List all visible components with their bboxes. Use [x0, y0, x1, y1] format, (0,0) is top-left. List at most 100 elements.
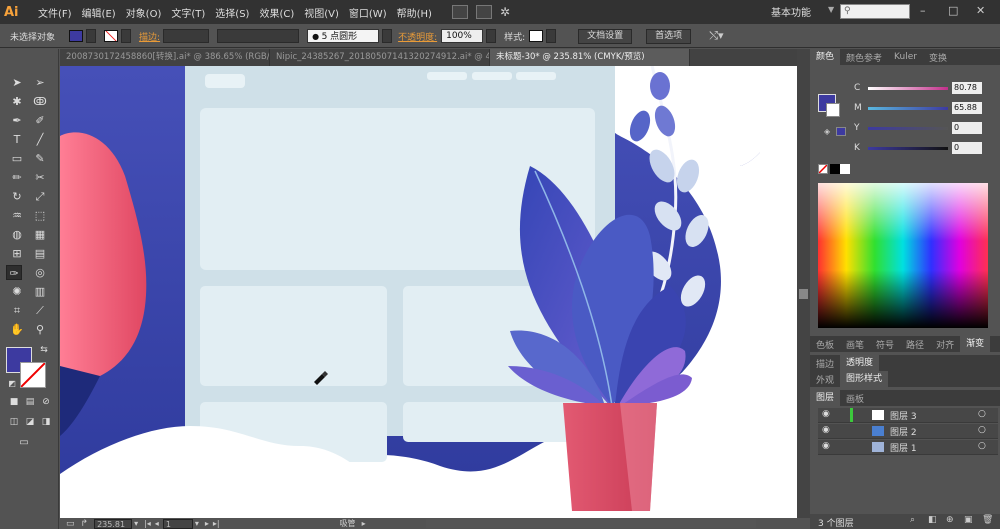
pencil-tool-icon[interactable]: ✏ — [9, 170, 25, 185]
pen-tool-icon[interactable]: ✒ — [9, 113, 25, 128]
visibility-eye-icon[interactable]: ◉ — [822, 409, 830, 419]
gradient-mode-icon[interactable]: ▤ — [22, 395, 38, 410]
shape-builder-icon[interactable]: ◍ — [9, 227, 25, 242]
stroke-weight-field[interactable] — [163, 29, 210, 43]
bridge-icon[interactable] — [451, 5, 468, 19]
zoom-field[interactable]: 235.81 — [94, 518, 133, 529]
tab-document-2[interactable]: Nipic_24385267_20180507141320274912.ai* … — [270, 49, 490, 66]
tab-transform[interactable]: 变换 — [923, 51, 953, 64]
gamut-color-swatch[interactable] — [836, 127, 846, 136]
statusbar-share-icon[interactable]: ↱ — [81, 519, 89, 529]
tab-color[interactable]: 颜色 — [810, 49, 841, 65]
selection-tool-icon[interactable]: ➤ — [9, 75, 25, 90]
layer-name[interactable]: 图层 3 — [890, 409, 917, 422]
tab-pathfinder[interactable]: 路径 — [900, 338, 930, 351]
menu-select[interactable]: 选择(S) — [215, 5, 249, 20]
fill-swatch[interactable] — [69, 30, 84, 42]
target-icon[interactable]: ○ — [978, 425, 986, 435]
white-swatch[interactable] — [840, 164, 850, 174]
rotate-tool-icon[interactable]: ↻ — [9, 189, 25, 204]
statusbar-menu-icon[interactable]: ▭ — [66, 519, 75, 529]
opacity-link[interactable]: 不透明度: — [398, 30, 437, 43]
tab-align[interactable]: 对齐 — [930, 338, 960, 351]
rectangle-tool-icon[interactable]: ▭ — [9, 151, 25, 166]
make-clip-mask-icon[interactable]: ◧ — [928, 515, 937, 525]
brush-dropdown[interactable] — [382, 29, 393, 43]
vertical-scroll-thumb[interactable] — [799, 289, 808, 299]
tab-document-1[interactable]: 20087301724588​60[转换].ai* @ 386.65% (RGB… — [60, 49, 270, 66]
style-dropdown[interactable] — [546, 29, 557, 43]
align-options-icon[interactable]: ⤭▾ — [709, 29, 723, 43]
symbol-sprayer-icon[interactable]: ✺ — [9, 284, 25, 299]
tab-graphic-styles[interactable]: 图形样式 — [840, 371, 889, 387]
black-track[interactable] — [868, 147, 948, 150]
tab-stroke[interactable]: 描边 — [810, 357, 840, 370]
menu-effect[interactable]: 效果(C) — [259, 5, 294, 20]
zoom-tool-icon[interactable]: ⚲ — [32, 322, 48, 337]
tab-appearance[interactable]: 外观 — [810, 373, 840, 386]
menu-file[interactable]: 文件(F) — [38, 5, 72, 20]
color-spectrum[interactable] — [818, 183, 988, 328]
yellow-track[interactable] — [868, 127, 948, 130]
artboard-number-field[interactable]: 1 — [162, 518, 193, 529]
tab-document-3[interactable]: 未标题-30* @ 235.81% (CMYK/预览) — [490, 49, 690, 66]
artboard-tool-icon[interactable]: ⌗ — [9, 303, 25, 318]
visibility-eye-icon[interactable]: ◉ — [822, 441, 830, 451]
default-colors-icon[interactable]: ◩ — [4, 376, 20, 391]
direct-selection-tool-icon[interactable]: ➢ — [32, 75, 48, 90]
layer-row[interactable]: ◉ 图层 2 ○ — [818, 424, 998, 439]
close-icon[interactable]: ✕ — [976, 4, 985, 17]
maximize-icon[interactable]: □ — [948, 4, 958, 17]
draw-normal-icon[interactable]: ◫ — [6, 415, 22, 430]
preferences-button[interactable]: 首选项 — [646, 28, 692, 44]
menu-object[interactable]: 对象(O) — [126, 5, 162, 20]
next-artboard-icon[interactable]: ▸ — [205, 519, 209, 528]
tab-artboards[interactable]: 画板 — [840, 392, 870, 405]
stroke-dropdown[interactable] — [121, 29, 132, 43]
black-value[interactable]: 0 — [952, 142, 982, 154]
tab-kuler[interactable]: Kuler — [888, 52, 923, 62]
draw-behind-icon[interactable]: ◪ — [22, 415, 38, 430]
swap-colors-icon[interactable]: ⇆ — [36, 343, 52, 358]
black-swatch[interactable] — [830, 164, 840, 174]
chevron-down-icon[interactable]: ▼ — [828, 5, 834, 14]
opacity-dropdown[interactable] — [486, 29, 497, 43]
tab-symbols[interactable]: 符号 — [870, 338, 900, 351]
panel-stroke-swatch[interactable] — [826, 103, 840, 117]
type-tool-icon[interactable]: T — [9, 132, 25, 147]
stroke-link[interactable]: 描边: — [139, 30, 160, 43]
menu-type[interactable]: 文字(T) — [171, 5, 205, 20]
draw-inside-icon[interactable]: ◨ — [38, 415, 54, 430]
graph-tool-icon[interactable]: ▥ — [32, 284, 48, 299]
slice-tool-icon[interactable]: ⟋ — [32, 303, 48, 318]
workspace-switcher[interactable]: 基本功能 — [771, 4, 811, 19]
hand-tool-icon[interactable]: ✋ — [9, 322, 25, 337]
line-tool-icon[interactable]: ╱ — [32, 132, 48, 147]
prev-artboard-icon[interactable]: ◂ — [155, 519, 159, 528]
cyan-track[interactable] — [868, 87, 948, 90]
scale-tool-icon[interactable]: ⤢ — [32, 189, 48, 204]
curvature-tool-icon[interactable]: ✐ — [32, 113, 48, 128]
layer-name[interactable]: 图层 2 — [890, 425, 917, 438]
none-swatch[interactable] — [818, 164, 828, 174]
scissors-icon[interactable]: ✂ — [32, 170, 48, 185]
mesh-tool-icon[interactable]: ⊞ — [9, 246, 25, 261]
screen-mode-icon[interactable]: ▭ — [16, 435, 32, 450]
locate-object-icon[interactable]: ⌕ — [910, 515, 915, 525]
perspective-grid-icon[interactable]: ▦ — [32, 227, 48, 242]
artboard-dropdown-icon[interactable]: ▾ — [195, 519, 199, 528]
free-transform-icon[interactable]: ⬚ — [32, 208, 48, 223]
fill-dropdown[interactable] — [86, 29, 97, 43]
target-icon[interactable]: ○ — [978, 441, 986, 451]
layer-row[interactable]: ◉ 图层 3 ○ — [818, 408, 998, 423]
new-layer-icon[interactable]: ▣ — [964, 515, 973, 525]
menu-edit[interactable]: 编辑(E) — [82, 5, 116, 20]
first-artboard-icon[interactable]: |◂ — [144, 519, 151, 528]
new-sublayer-icon[interactable]: ⊕ — [946, 515, 954, 525]
eyedropper-tool-icon[interactable]: ✑ — [6, 265, 22, 280]
opacity-field[interactable]: 100% — [441, 29, 484, 43]
variable-width-profile[interactable] — [217, 29, 300, 43]
magenta-value[interactable]: 65.88 — [952, 102, 982, 114]
vertical-scrollbar[interactable] — [797, 49, 810, 518]
layer-row[interactable]: ◉ 图层 1 ○ — [818, 440, 998, 455]
